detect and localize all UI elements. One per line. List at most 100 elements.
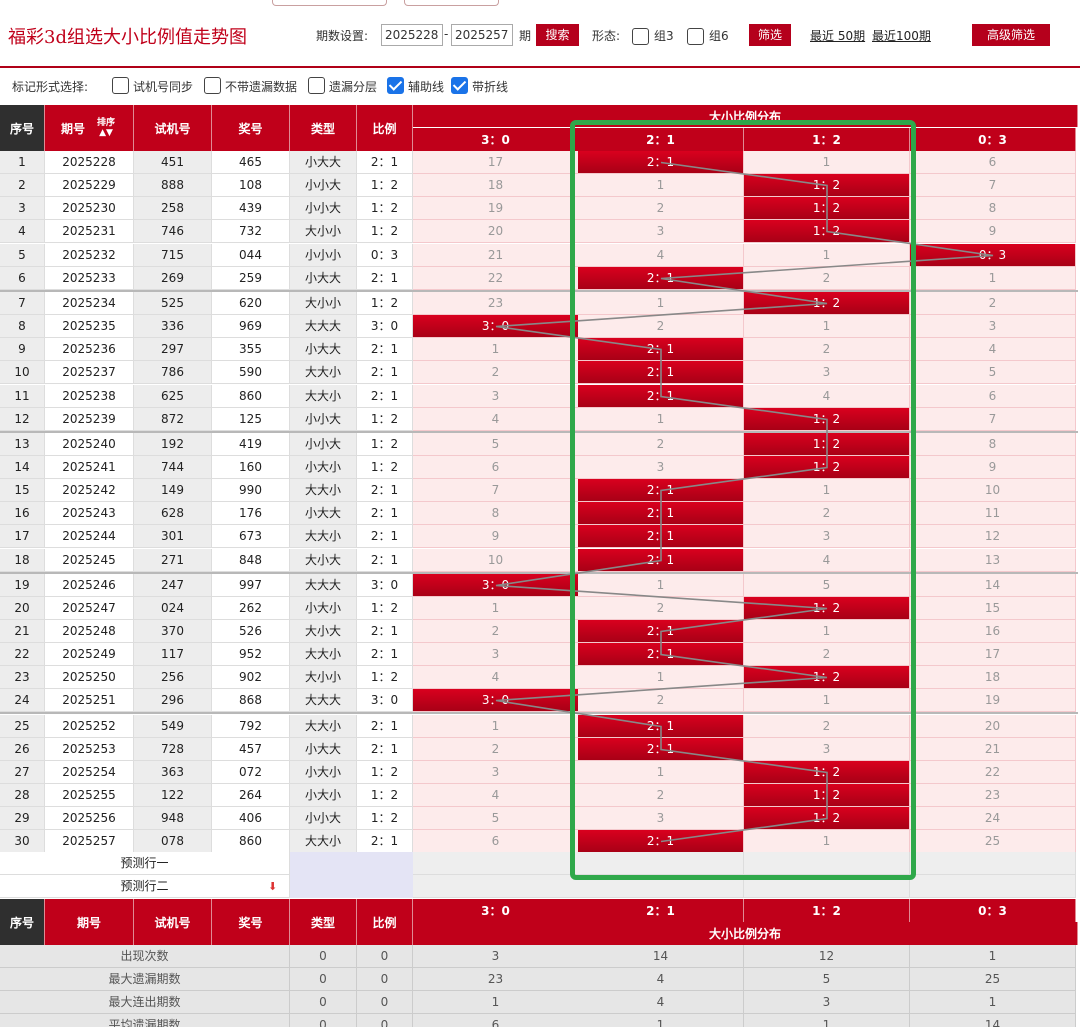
cell-seq: 7 bbox=[0, 292, 45, 315]
cell-type: 大大小 bbox=[290, 715, 357, 738]
stat-value: 23 bbox=[413, 968, 579, 991]
distribution-miss-cell: 4 bbox=[744, 385, 910, 408]
prediction-row-2-label: 预测行二 bbox=[120, 879, 169, 893]
group6-checkbox[interactable] bbox=[687, 28, 704, 45]
prediction-cell[interactable] bbox=[413, 875, 579, 898]
cell-period: 2025234 bbox=[45, 292, 134, 315]
filter-button[interactable]: 筛选 bbox=[749, 24, 791, 46]
distribution-hit-cell: 2：1 bbox=[578, 620, 744, 643]
cell-test: 269 bbox=[134, 267, 212, 290]
prediction-cell[interactable] bbox=[744, 852, 910, 875]
search-button[interactable]: 搜索 bbox=[536, 24, 579, 46]
distribution-hit-cell: 3：0 bbox=[413, 315, 579, 338]
stat-value: 14 bbox=[910, 1014, 1076, 1027]
sort-button[interactable]: 排序▲▼ bbox=[95, 118, 117, 138]
footer-distribution-col-header: 1：2 bbox=[744, 899, 910, 922]
footer-distribution-col-header: 2：1 bbox=[578, 899, 744, 922]
prediction-cell[interactable] bbox=[910, 852, 1076, 875]
cell-type: 大小大 bbox=[290, 549, 357, 572]
distribution-miss-cell: 2 bbox=[578, 197, 744, 220]
cell-ratio: 2：1 bbox=[357, 643, 413, 666]
cell-seq: 26 bbox=[0, 738, 45, 761]
cell-prize: 439 bbox=[212, 197, 290, 220]
cell-period: 2025256 bbox=[45, 807, 134, 830]
cell-period: 2025246 bbox=[45, 574, 134, 597]
distribution-miss-cell: 5 bbox=[744, 574, 910, 597]
distribution-hit-cell: 1：2 bbox=[744, 433, 910, 456]
distribution-miss-cell: 3 bbox=[413, 385, 579, 408]
distribution-hit-cell: 2：1 bbox=[578, 385, 744, 408]
distribution-miss-cell: 3 bbox=[578, 456, 744, 479]
distribution-hit-cell: 2：1 bbox=[578, 715, 744, 738]
distribution-miss-cell: 18 bbox=[910, 666, 1076, 689]
stat-value: 5 bbox=[744, 968, 910, 991]
mark-option-checkbox[interactable] bbox=[308, 77, 325, 94]
period-to-input[interactable] bbox=[451, 24, 513, 46]
distribution-miss-cell: 4 bbox=[413, 784, 579, 807]
distribution-miss-cell: 22 bbox=[413, 267, 579, 290]
distribution-miss-cell: 1 bbox=[413, 715, 579, 738]
cell-seq: 24 bbox=[0, 689, 45, 712]
distribution-col-header: 1：2 bbox=[744, 128, 910, 151]
recent-100-link[interactable]: 最近100期 bbox=[872, 27, 931, 44]
prediction-row-2[interactable]: 预测行二 ⬇ bbox=[0, 875, 290, 898]
stat-value: 1 bbox=[413, 991, 579, 1014]
mark-option-checkbox[interactable] bbox=[204, 77, 221, 94]
distribution-miss-cell: 4 bbox=[744, 549, 910, 572]
distribution-miss-cell: 1 bbox=[578, 408, 744, 431]
cell-seq: 9 bbox=[0, 338, 45, 361]
distribution-miss-cell: 3 bbox=[744, 525, 910, 548]
prediction-cell[interactable] bbox=[413, 852, 579, 875]
distribution-miss-cell: 4 bbox=[910, 338, 1076, 361]
distribution-miss-cell: 1 bbox=[578, 574, 744, 597]
recent-50-link[interactable]: 最近 50期 bbox=[810, 27, 865, 44]
distribution-miss-cell: 6 bbox=[910, 385, 1076, 408]
period-from-input[interactable] bbox=[381, 24, 443, 46]
footer-header-type: 类型 bbox=[290, 899, 357, 945]
cell-period: 2025255 bbox=[45, 784, 134, 807]
cell-ratio: 1：2 bbox=[357, 807, 413, 830]
mark-option-checkbox[interactable] bbox=[112, 77, 129, 94]
stat-ratio: 0 bbox=[357, 945, 413, 968]
cell-prize: 673 bbox=[212, 525, 290, 548]
distribution-col-header: 0：3 bbox=[910, 128, 1076, 151]
prediction-input-cell[interactable] bbox=[290, 852, 413, 875]
form-label: 形态: bbox=[592, 29, 621, 43]
cell-prize: 465 bbox=[212, 151, 290, 174]
mark-option-checkbox[interactable] bbox=[451, 77, 468, 94]
advanced-filter-button[interactable]: 高级筛选 bbox=[972, 24, 1050, 46]
cell-period: 2025248 bbox=[45, 620, 134, 643]
cell-seq: 8 bbox=[0, 315, 45, 338]
cell-type: 大大小 bbox=[290, 525, 357, 548]
distribution-miss-cell: 10 bbox=[910, 479, 1076, 502]
cell-test: 628 bbox=[134, 502, 212, 525]
cell-test: 888 bbox=[134, 174, 212, 197]
cell-ratio: 1：2 bbox=[357, 597, 413, 620]
arrow-down-icon[interactable]: ⬇ bbox=[268, 875, 277, 897]
distribution-miss-cell: 1 bbox=[744, 479, 910, 502]
prediction-cell[interactable] bbox=[744, 875, 910, 898]
cell-seq: 27 bbox=[0, 761, 45, 784]
cell-period: 2025228 bbox=[45, 151, 134, 174]
distribution-hit-cell: 2：1 bbox=[578, 525, 744, 548]
cell-type: 大大小 bbox=[290, 385, 357, 408]
cell-ratio: 2：1 bbox=[357, 267, 413, 290]
cell-ratio: 1：2 bbox=[357, 666, 413, 689]
cell-ratio: 2：1 bbox=[357, 738, 413, 761]
mark-option-checkbox[interactable] bbox=[387, 77, 404, 94]
distribution-miss-cell: 17 bbox=[413, 151, 579, 174]
mark-options-label: 标记形式选择: bbox=[12, 80, 89, 94]
cell-test: 122 bbox=[134, 784, 212, 807]
cell-seq: 18 bbox=[0, 549, 45, 572]
prediction-cell[interactable] bbox=[910, 875, 1076, 898]
prediction-cell[interactable] bbox=[578, 852, 744, 875]
column-header-test: 试机号 bbox=[134, 105, 212, 151]
prediction-cell[interactable] bbox=[578, 875, 744, 898]
distribution-hit-cell: 1：2 bbox=[744, 220, 910, 243]
prediction-input-cell[interactable] bbox=[290, 875, 413, 898]
cell-test: 256 bbox=[134, 666, 212, 689]
stat-label: 出现次数 bbox=[0, 945, 290, 968]
group3-checkbox[interactable] bbox=[632, 28, 649, 45]
distribution-miss-cell: 2 bbox=[744, 643, 910, 666]
prediction-row-1-label[interactable]: 预测行一 bbox=[0, 852, 290, 875]
